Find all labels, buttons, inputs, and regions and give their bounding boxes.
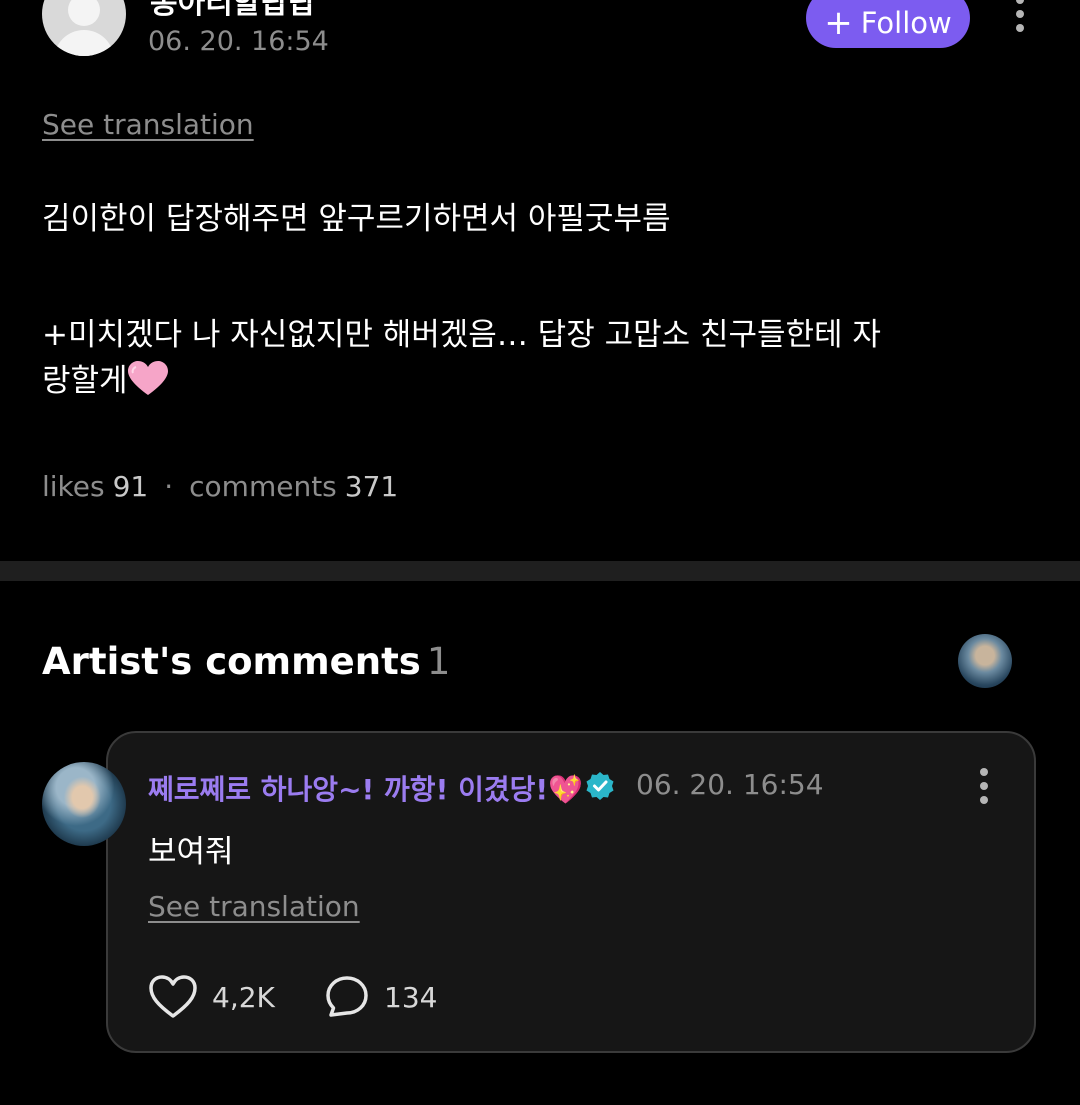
artist-avatar-small[interactable] [958,634,1012,688]
like-button[interactable]: 4,2K [148,974,275,1020]
post-timestamp: 06. 20. 16:54 [148,26,329,57]
comments-label[interactable]: comments [189,470,337,503]
user-icon [68,0,100,26]
likes-count: 91 [112,470,149,503]
comments-count[interactable]: 371 [345,470,398,503]
comment-author-name[interactable]: 쩨로쩨로 하나앙~! 까항! 이겼당!💖 [148,768,583,808]
comment-see-translation-link[interactable]: See translation [148,890,360,923]
follow-label: Follow [860,6,952,40]
comment-icon [326,976,368,1017]
author-avatar[interactable] [42,0,126,56]
post-body-line-last: 랑할게 [42,358,1042,404]
artist-avatar[interactable] [42,762,126,846]
user-icon-body [54,30,114,56]
reply-button[interactable]: 134 [324,974,437,1020]
follow-button[interactable]: + Follow [806,0,970,48]
reply-count: 134 [384,980,438,1014]
post-author-name[interactable]: 뽕아리할랍랍 [150,0,316,22]
post-more-icon[interactable] [1016,0,1024,32]
separator-dot: · [164,470,174,503]
section-divider [0,561,1080,581]
comment-timestamp: 06. 20. 16:54 [636,768,824,801]
verified-icon [586,772,614,800]
post-body-line: 김이한이 답장해주면 앞구르기하면서 아필굿부름 [42,201,671,237]
comment-text: 보여줘 [148,834,234,870]
artist-comments-count: 1 [426,640,451,683]
plus-icon: + [824,3,853,43]
like-count: 4,2K [212,980,275,1014]
post-body: 김이한이 답장해주면 앞구르기하면서 아필굿부름 +미치겠다 나 자신없지만 해… [42,196,1042,404]
post-body-line: +미치겠다 나 자신없지만 해버겠음… 답장 고맙소 친구들한테 자 [42,317,881,353]
post-stats: likes 91 · comments 371 [42,470,398,503]
comment-more-icon[interactable] [980,768,988,804]
heart-icon [149,975,197,1018]
see-translation-link[interactable]: See translation [42,108,254,141]
likes-label: likes [42,470,105,503]
artist-comments-title: Artist's comments 1 [42,640,451,683]
heart-emoji [127,361,168,395]
